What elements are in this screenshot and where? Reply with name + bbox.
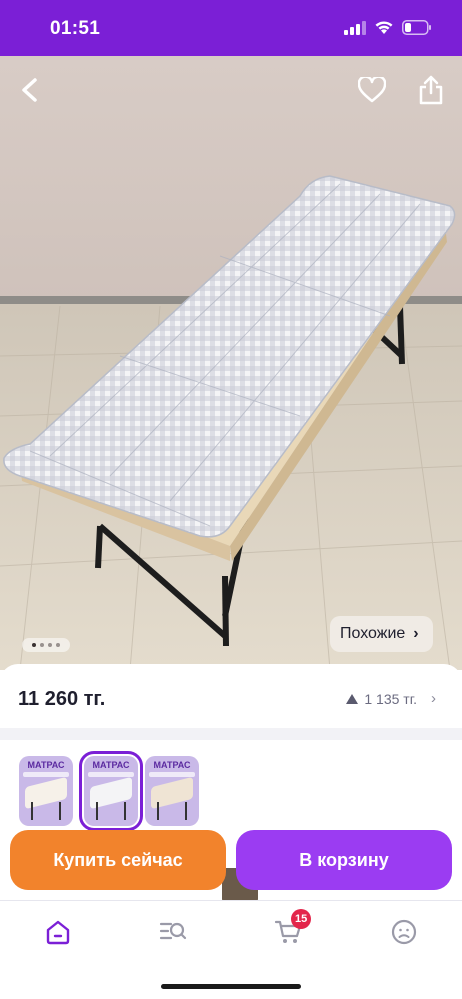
product-price: 11 260 тг. — [18, 688, 106, 710]
wifi-icon — [374, 20, 394, 40]
variant-thumbnail-selected[interactable]: МАТРАС — [79, 751, 143, 831]
signal-icon — [344, 20, 366, 40]
favorite-button[interactable] — [352, 72, 392, 112]
add-to-cart-button[interactable]: В корзину — [236, 830, 452, 890]
catalog-search-icon — [159, 920, 187, 949]
thumb-stripe — [88, 772, 134, 777]
status-icons — [344, 20, 432, 40]
chevron-right-icon: › — [431, 690, 436, 707]
gallery-pagination-dots — [22, 638, 70, 652]
home-icon — [45, 919, 71, 950]
triangle-up-icon — [346, 693, 359, 704]
nav-profile[interactable] — [384, 917, 424, 951]
status-bar: 01:51 — [0, 0, 462, 56]
section-divider — [0, 728, 462, 740]
thumb-leg — [96, 802, 98, 820]
gallery-dot — [32, 643, 36, 647]
share-button[interactable] — [411, 72, 451, 112]
thumb-stripe — [23, 772, 69, 777]
similar-label: Похожие — [340, 625, 406, 642]
cart-count-badge: 15 — [291, 909, 312, 929]
back-icon — [19, 77, 41, 108]
thumb-leg — [185, 802, 187, 820]
nav-home[interactable] — [38, 917, 78, 951]
home-indicator — [161, 984, 301, 989]
status-time: 01:51 — [50, 18, 101, 39]
buy-now-button[interactable]: Купить сейчас — [10, 830, 226, 890]
thumb-leg — [124, 802, 126, 820]
profile-icon — [391, 919, 417, 950]
variant-thumbnail[interactable]: МАТРАС — [145, 756, 199, 826]
gallery-dot — [40, 643, 44, 647]
product-image-gallery[interactable]: Похожие › — [0, 56, 462, 670]
variant-selector: МАТРАС МАТРАС МАТРАС — [0, 740, 462, 840]
chevron-right-icon: › — [413, 625, 419, 642]
thumb-stripe — [149, 772, 195, 777]
variant-label: МАТРАС — [153, 760, 191, 770]
share-icon — [419, 75, 443, 110]
heart-icon — [357, 74, 387, 108]
battery-icon — [402, 20, 432, 40]
price-section: 11 260 тг. 1 135 тг. › — [0, 664, 462, 736]
back-button[interactable] — [10, 72, 50, 112]
variant-label: МАТРАС — [92, 760, 130, 770]
gallery-dot — [56, 643, 60, 647]
variant-label: МАТРАС — [27, 760, 65, 770]
product-photo — [0, 56, 462, 670]
thumb-leg — [59, 802, 61, 820]
price-delta-value: 1 135 тг. — [364, 690, 417, 707]
thumb-leg — [31, 802, 33, 820]
nav-cart[interactable]: 15 — [268, 909, 312, 951]
thumb-leg — [157, 802, 159, 820]
price-change-button[interactable]: 1 135 тг. › — [346, 690, 436, 707]
nav-catalog[interactable] — [153, 917, 193, 951]
similar-products-button[interactable]: Похожие › — [330, 616, 433, 652]
gallery-dot — [48, 643, 52, 647]
variant-thumbnail[interactable]: МАТРАС — [19, 756, 73, 826]
